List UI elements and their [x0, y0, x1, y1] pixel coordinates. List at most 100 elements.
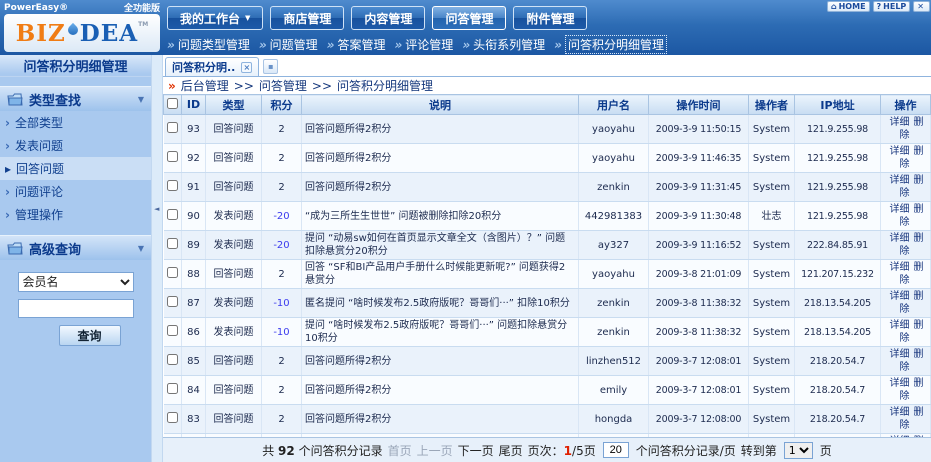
- detail-link[interactable]: 详细: [890, 146, 910, 157]
- sidebar-section-type-search[interactable]: 类型查找 ▼: [0, 86, 151, 111]
- detail-link[interactable]: 详细: [890, 320, 910, 331]
- cell-id: 83: [182, 405, 206, 434]
- next-page-link[interactable]: 下一页: [458, 442, 494, 459]
- col-description: 说明: [302, 95, 579, 115]
- prev-page-link[interactable]: 上一页: [417, 442, 453, 459]
- cell-username: zenkin: [579, 318, 649, 347]
- cell-score: 2: [262, 173, 302, 202]
- submenu-question-type[interactable]: »问题类型管理: [167, 36, 250, 53]
- submenu-title-series[interactable]: »头衔系列管理: [462, 36, 545, 53]
- row-checkbox[interactable]: [167, 122, 178, 133]
- cell-description: 回答问题所得2积分: [302, 347, 579, 376]
- tab-close-icon[interactable]: ×: [241, 62, 252, 73]
- submenu-qa-points-detail[interactable]: »问答积分明细管理: [554, 35, 667, 54]
- row-checkbox[interactable]: [167, 180, 178, 191]
- cell-id: 90: [182, 202, 206, 231]
- sidebar-item-post-question[interactable]: 发表问题: [0, 134, 151, 157]
- table-row: 89 发表问题 -20 提问 “动易sw如何在首页显示文章全文（含图片）？” 问…: [164, 231, 931, 260]
- table-row: 91 回答问题 2 回答问题所得2积分 zenkin 2009-3-9 11:3…: [164, 173, 931, 202]
- sidebar-item-all-types[interactable]: 全部类型: [0, 111, 151, 134]
- breadcrumb-qa-manage[interactable]: 问答管理: [259, 77, 307, 94]
- breadcrumb-arrow-icon: »: [168, 79, 176, 93]
- folder-icon: [7, 93, 23, 106]
- cell-type: 发表问题: [206, 289, 262, 318]
- sidebar-collapse-icon[interactable]: ◄: [154, 205, 159, 213]
- row-checkbox-cell: [164, 318, 182, 347]
- detail-link[interactable]: 详细: [890, 233, 910, 244]
- row-checkbox-cell: [164, 202, 182, 231]
- nav-tab-shop[interactable]: 商店管理: [270, 6, 344, 30]
- cell-score: 2: [262, 376, 302, 405]
- sidebar-splitter[interactable]: ◄: [151, 55, 163, 462]
- tab-strip: 问答积分明.. × ▪: [163, 55, 931, 77]
- sidebar-section-advanced-query[interactable]: 高级查询 ▼: [0, 235, 151, 260]
- detail-link[interactable]: 详细: [890, 407, 910, 418]
- row-checkbox[interactable]: [167, 238, 178, 249]
- cell-description: 回答 “SF和BI产品用户手册什么时候能更新呢?” 问题获得2悬赏分: [302, 260, 579, 289]
- chevron-icon: »: [394, 38, 402, 52]
- breadcrumb-backend[interactable]: 后台管理: [181, 77, 229, 94]
- nav-tab-content[interactable]: 内容管理: [351, 6, 425, 30]
- select-all-checkbox[interactable]: [167, 98, 178, 109]
- sidebar-item-admin-operation[interactable]: 管理操作: [0, 203, 151, 226]
- collapse-section-icon[interactable]: ▼: [138, 244, 144, 253]
- detail-link[interactable]: 详细: [890, 349, 910, 360]
- table-row: 84 回答问题 2 回答问题所得2积分 emily 2009-3-7 12:08…: [164, 376, 931, 405]
- cell-actions: 详细删除: [881, 289, 931, 318]
- cell-username: hongda: [579, 405, 649, 434]
- detail-link[interactable]: 详细: [890, 175, 910, 186]
- nav-tab-attachment[interactable]: 附件管理: [513, 6, 587, 30]
- detail-link[interactable]: 详细: [890, 291, 910, 302]
- cell-username: 442981383: [579, 202, 649, 231]
- sidebar-item-answer-question[interactable]: 回答问题: [0, 157, 151, 180]
- main-nav: 我的工作台 ▼ 商店管理 内容管理 问答管理 附件管理: [167, 6, 587, 30]
- cell-time: 2009-3-8 11:38:32: [649, 289, 749, 318]
- detail-link[interactable]: 详细: [890, 378, 910, 389]
- member-field-select[interactable]: 会员名: [18, 272, 134, 292]
- query-input[interactable]: [18, 299, 134, 318]
- search-button[interactable]: 查询: [59, 325, 121, 346]
- row-checkbox[interactable]: [167, 325, 178, 336]
- home-button[interactable]: ⌂ HOME: [827, 1, 870, 12]
- row-checkbox-cell: [164, 376, 182, 405]
- sidebar-item-question-comment[interactable]: 问题评论: [0, 180, 151, 203]
- cell-score: 2: [262, 347, 302, 376]
- cell-operator: System: [749, 376, 795, 405]
- row-checkbox[interactable]: [167, 412, 178, 423]
- submenu-question[interactable]: »问题管理: [259, 36, 318, 53]
- collapse-section-icon[interactable]: ▼: [138, 95, 144, 104]
- new-tab-button[interactable]: ▪: [263, 59, 278, 74]
- help-button[interactable]: ? HELP: [873, 1, 911, 12]
- per-page-input[interactable]: [603, 442, 629, 458]
- logo-text-biz: BIZ: [16, 20, 66, 47]
- chevron-icon: »: [327, 38, 335, 52]
- table-row: 83 回答问题 2 回答问题所得2积分 hongda 2009-3-7 12:0…: [164, 405, 931, 434]
- cell-type: 回答问题: [206, 260, 262, 289]
- row-checkbox[interactable]: [167, 354, 178, 365]
- detail-link[interactable]: 详细: [890, 262, 910, 273]
- row-checkbox[interactable]: [167, 296, 178, 307]
- cell-time: 2009-3-9 11:46:35: [649, 144, 749, 173]
- last-page-link[interactable]: 尾页: [499, 442, 523, 459]
- first-page-link[interactable]: 首页: [388, 442, 412, 459]
- nav-tab-workbench[interactable]: 我的工作台 ▼: [167, 6, 263, 30]
- submenu-answer[interactable]: »答案管理: [327, 36, 386, 53]
- nav-tab-qa[interactable]: 问答管理: [432, 6, 506, 30]
- row-checkbox-cell: [164, 115, 182, 144]
- row-checkbox[interactable]: [167, 267, 178, 278]
- tab-qa-points[interactable]: 问答积分明.. ×: [165, 57, 259, 76]
- cell-type: 发表问题: [206, 318, 262, 347]
- cell-ip: 218.13.54.205: [795, 289, 881, 318]
- cell-type: 回答问题: [206, 347, 262, 376]
- close-button[interactable]: ✕: [913, 1, 930, 12]
- cell-username: zenkin: [579, 289, 649, 318]
- submenu-comment[interactable]: »评论管理: [394, 36, 453, 53]
- goto-page-select[interactable]: 1: [784, 442, 813, 459]
- table-body: 93 回答问题 2 回答问题所得2积分 yaoyahu 2009-3-9 11:…: [164, 115, 931, 438]
- row-checkbox[interactable]: [167, 151, 178, 162]
- detail-link[interactable]: 详细: [890, 117, 910, 128]
- cell-description: 匿名提问 “啥时候发布2.5政府版呢？哥哥们···” 扣除10积分: [302, 289, 579, 318]
- detail-link[interactable]: 详细: [890, 204, 910, 215]
- row-checkbox[interactable]: [167, 209, 178, 220]
- row-checkbox[interactable]: [167, 383, 178, 394]
